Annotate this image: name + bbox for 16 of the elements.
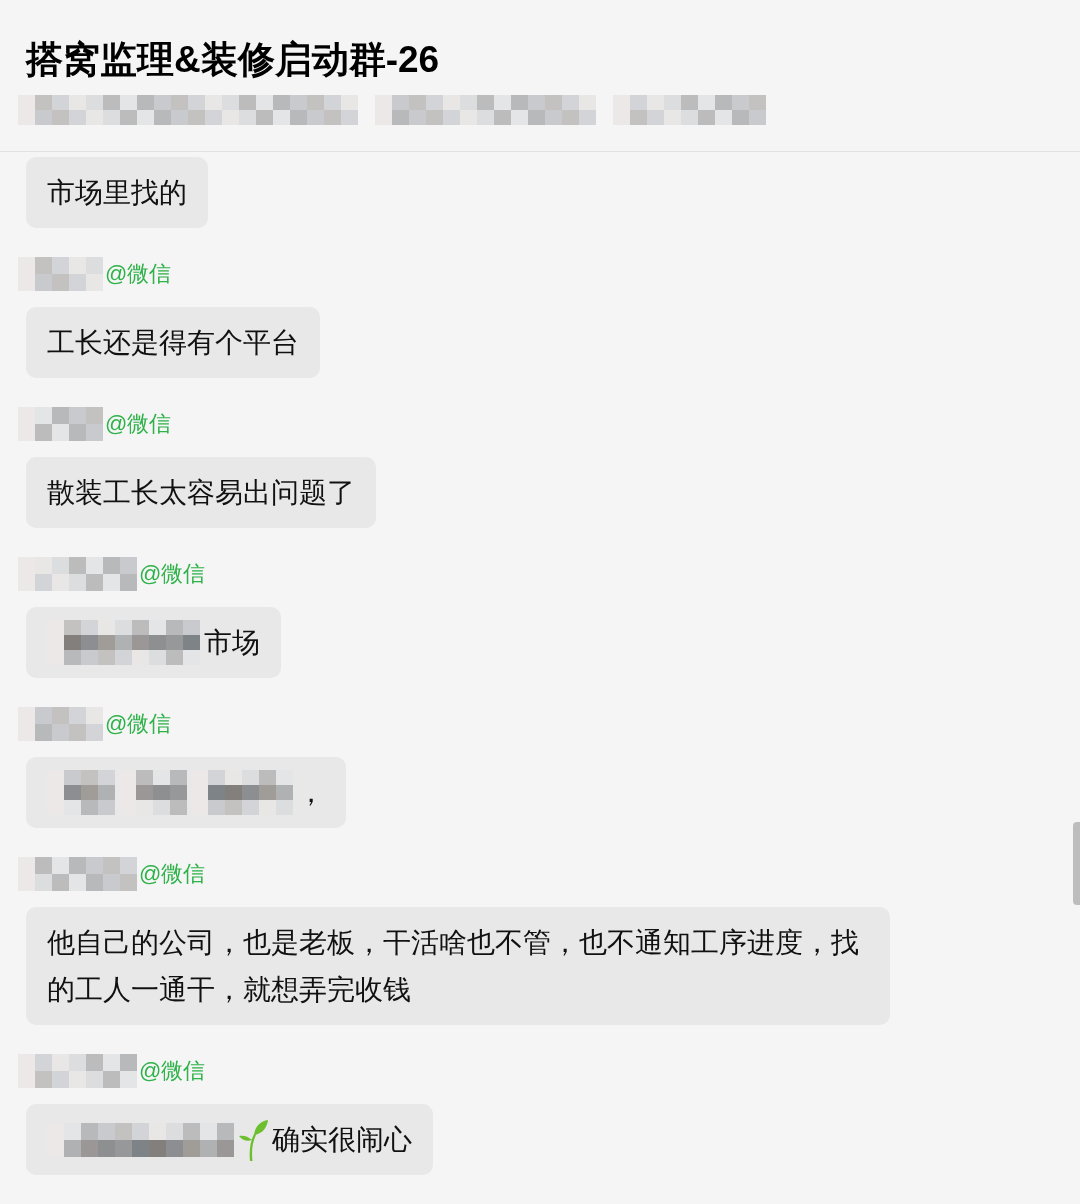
sender-source-label: @微信 — [139, 560, 206, 588]
message-text: ， — [297, 776, 325, 810]
sender-source-label: @微信 — [105, 710, 172, 738]
seedling-icon — [238, 1117, 268, 1162]
sender-source-label: @微信 — [139, 860, 206, 888]
message-text: 他自己的公司，也是老板，干活啥也不管，也不通知工序进度，找的工人一通干，就想弄完收钱 — [47, 926, 860, 1007]
chat-title: 搭窝监理&装修启动群-26 — [24, 40, 440, 80]
message-text: 市场 — [204, 626, 260, 660]
message-text: 工长还是得有个平台 — [47, 326, 299, 360]
message-text: 散装工长太容易出问题了 — [47, 476, 355, 510]
message-text: 市场里找的 — [47, 176, 187, 210]
sender-source-label: @微信 — [105, 410, 172, 438]
sender-source-label: @微信 — [139, 1057, 206, 1085]
message-text: 确实很闹心 — [272, 1123, 412, 1157]
scrollbar-thumb[interactable] — [1073, 822, 1080, 905]
sender-source-label: @微信 — [105, 260, 172, 288]
